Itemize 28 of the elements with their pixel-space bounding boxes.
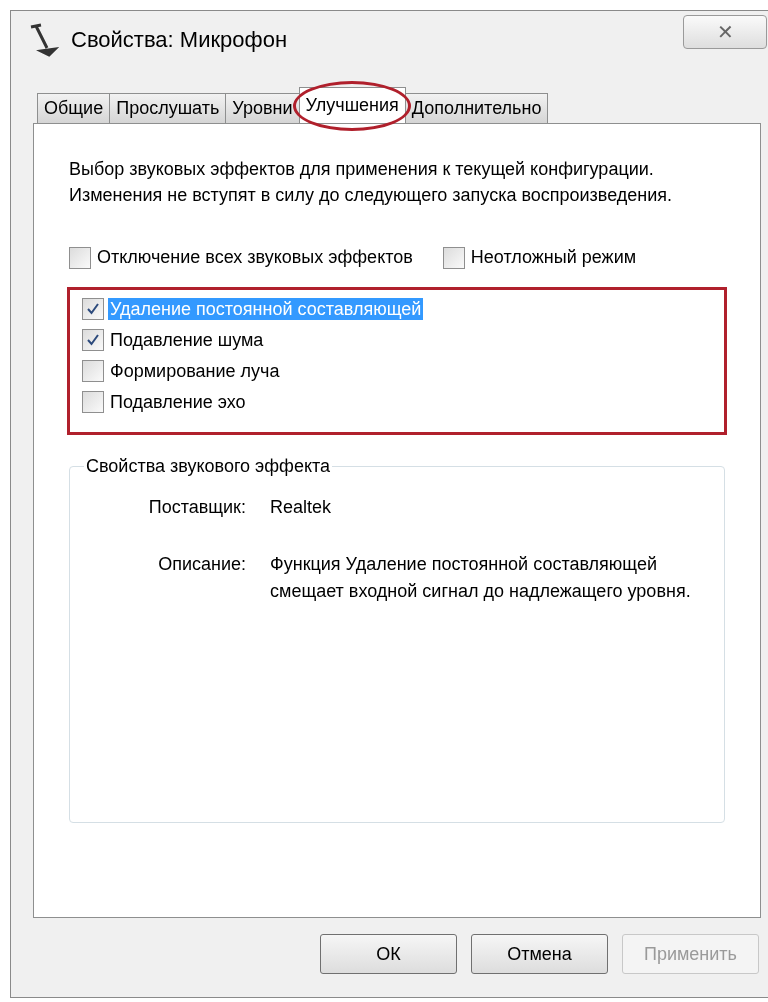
dialog-button[interactable]: Отмена bbox=[471, 934, 608, 974]
tab[interactable]: Общие bbox=[37, 93, 111, 123]
effect-item[interactable]: Подавление эхо bbox=[108, 391, 248, 413]
checkbox[interactable] bbox=[82, 360, 104, 382]
property-label: Описание: bbox=[157, 553, 246, 576]
tab[interactable]: Улучшения bbox=[298, 87, 406, 123]
tab[interactable]: Уровни bbox=[225, 93, 300, 123]
window-title: Свойства: Микрофон bbox=[71, 25, 288, 54]
checkbox[interactable] bbox=[82, 298, 104, 320]
tab[interactable]: Дополнительно bbox=[404, 93, 549, 123]
group-title: Свойства звукового эффекта bbox=[85, 455, 332, 478]
checkbox-label: Неотложный режим bbox=[470, 246, 637, 269]
property-label: Поставщик: bbox=[147, 496, 246, 519]
checkmark-icon bbox=[86, 333, 100, 347]
checkmark-icon bbox=[86, 302, 100, 316]
description-text: Выбор звуковых эффектов для применения к текущей конфигурации. Изменения не вступят в силу до следующего запуска воспроизведения. bbox=[69, 158, 674, 207]
property-value: Функция Удаление постоянной составляющей смещает входной сигнал до надлежащего уровня. bbox=[270, 553, 692, 603]
checkbox[interactable] bbox=[69, 246, 91, 269]
dialog-button[interactable]: ОК bbox=[320, 934, 457, 974]
effect-item[interactable]: Подавление шума bbox=[108, 329, 266, 351]
effect-item[interactable]: Формирование луча bbox=[108, 360, 282, 382]
checkbox[interactable] bbox=[442, 246, 465, 269]
checkbox[interactable] bbox=[82, 329, 104, 351]
close-button[interactable]: ✕ bbox=[683, 15, 767, 49]
checkbox-label: Отключение всех звуковых эффектов bbox=[97, 246, 413, 269]
property-value: Realtek bbox=[270, 496, 333, 519]
checkbox[interactable] bbox=[82, 391, 104, 413]
tab[interactable]: Прослушать bbox=[109, 93, 227, 123]
